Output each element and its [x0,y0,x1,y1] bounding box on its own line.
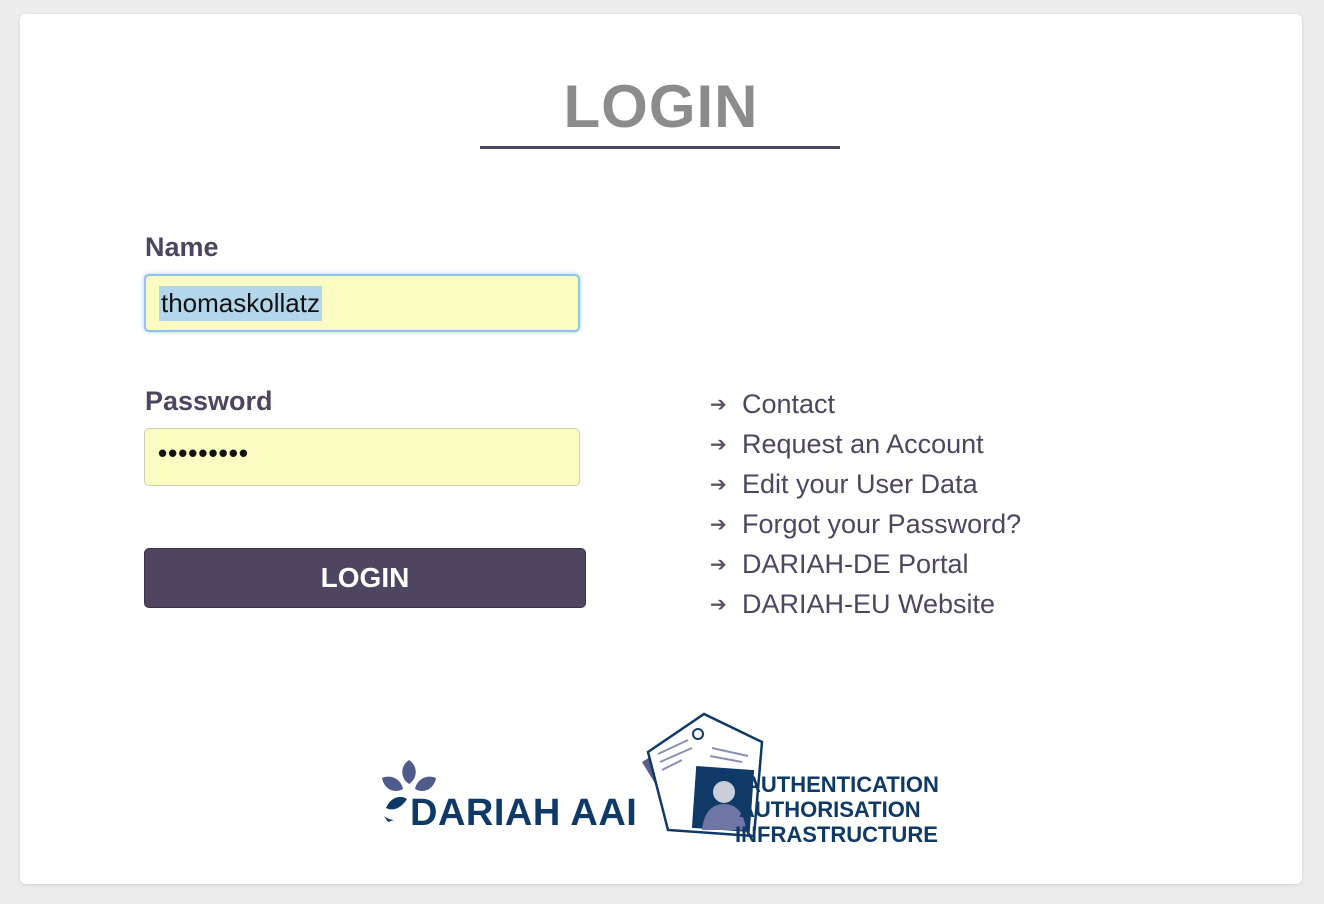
arrow-right-icon: ➔ [710,393,727,416]
logo-tagline: AUTHENTICATION AUTHORISATION INFRASTRUCT… [735,772,939,847]
link-dariah-eu-website[interactable]: ➔ DARIAH-EU Website [710,584,1021,624]
arrow-right-icon: ➔ [710,593,727,616]
dariah-aai-logo: DARIAH AAI AUTHENTICATION AUTHORISATION … [370,712,960,847]
help-links-list: ➔ Contact ➔ Request an Account ➔ Edit yo… [710,384,1021,624]
logo-line-authentication: AUTHENTICATION [745,772,939,797]
logo-wordmark: DARIAH AAI [410,792,638,834]
password-label: Password [145,386,273,416]
password-input-value: ••••••••• [158,438,249,468]
login-button[interactable]: LOGIN [144,548,586,608]
title-underline [480,146,840,149]
link-label: DARIAH-EU Website [742,588,996,619]
link-contact[interactable]: ➔ Contact [710,384,1021,424]
arrow-right-icon: ➔ [710,513,727,536]
link-label: Contact [742,388,836,419]
link-label: Request an Account [742,428,984,459]
password-input[interactable]: ••••••••• [144,428,580,486]
name-label: Name [145,232,219,262]
page-title: LOGIN [563,73,759,140]
logo-line-authorisation: AUTHORISATION [739,797,921,822]
link-forgot-password[interactable]: ➔ Forgot your Password? [710,504,1021,544]
link-label: Edit your User Data [742,468,978,499]
arrow-right-icon: ➔ [710,473,727,496]
arrow-right-icon: ➔ [710,553,727,576]
arrow-right-icon: ➔ [710,433,727,456]
link-request-account[interactable]: ➔ Request an Account [710,424,1021,464]
name-input[interactable]: thomaskollatz [144,274,580,332]
login-card: LOGIN Name thomaskollatz Password ••••••… [20,14,1302,884]
link-dariah-de-portal[interactable]: ➔ DARIAH-DE Portal [710,544,1021,584]
name-input-value: thomaskollatz [159,285,322,321]
link-edit-user-data[interactable]: ➔ Edit your User Data [710,464,1021,504]
logo-line-infrastructure: INFRASTRUCTURE [735,822,938,847]
link-label: DARIAH-DE Portal [742,548,969,579]
link-label: Forgot your Password? [742,508,1022,539]
